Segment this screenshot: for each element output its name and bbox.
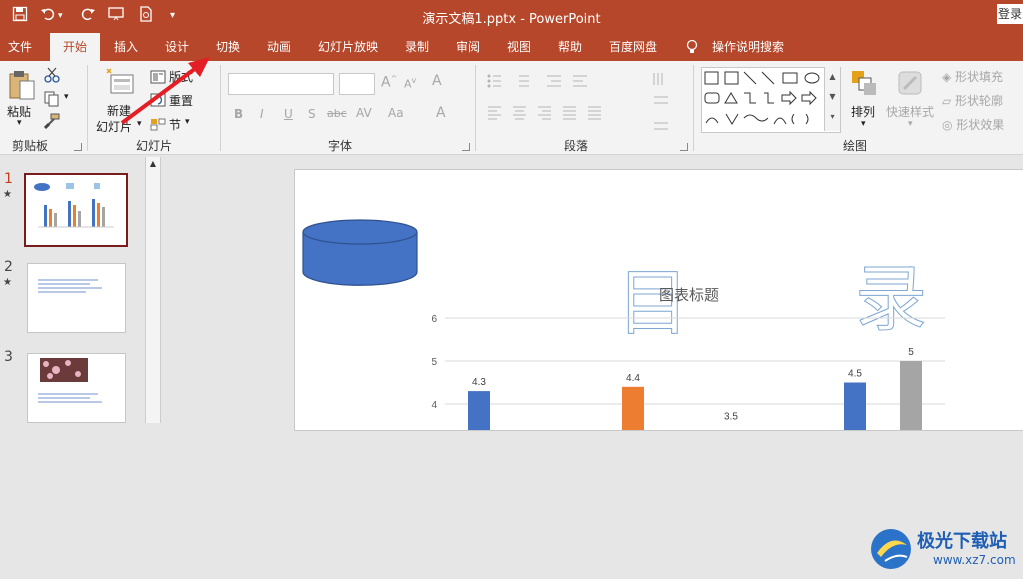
y-tick-label: 4 — [431, 400, 437, 411]
tab-help[interactable]: 帮助 — [550, 33, 590, 61]
chart-bar — [622, 386, 644, 430]
slide-number: 1 — [4, 171, 13, 187]
quick-styles-label[interactable]: 快速样式 — [886, 103, 934, 120]
tab-animations[interactable]: 动画 — [259, 33, 299, 61]
bar-chart[interactable]: 6 5 4 4.3 4.4 3.5 4.5 5 — [415, 300, 955, 430]
slide-number: 3 — [4, 349, 13, 365]
data-label: 4.4 — [626, 373, 640, 384]
arrange-icon[interactable] — [850, 69, 878, 101]
font-group-label: 字体 — [328, 139, 353, 153]
font-color-button[interactable]: A — [436, 105, 446, 121]
y-tick-label: 6 — [431, 314, 437, 325]
paste-dropdown-icon[interactable]: ▾ — [17, 118, 22, 128]
shapes-gallery-scroll[interactable]: ▲ ▼ ▾ — [824, 67, 840, 131]
chart-bar — [468, 391, 490, 430]
data-label: 3.5 — [724, 412, 738, 423]
slide-number: 2 — [4, 259, 13, 275]
animation-star-icon: ★ — [3, 189, 12, 200]
shape-fill-label: 形状填充 — [955, 70, 1004, 84]
bold-button[interactable]: B — [234, 107, 243, 121]
underline-button[interactable]: U — [284, 107, 293, 121]
watermark-brand: 极光下载站 — [917, 531, 1007, 552]
strikethrough-button[interactable]: abc — [327, 107, 347, 120]
lightbulb-icon — [684, 33, 700, 61]
shadow-button[interactable]: S — [308, 107, 316, 121]
clipboard-dialog-launcher[interactable] — [74, 143, 82, 151]
slide-editing-area: 目 录 图表标题 6 5 4 4.3 4.4 3.5 4.5 5 极光下载站 www.xz7.… — [162, 155, 1023, 569]
tab-home[interactable]: 开始 — [50, 33, 100, 61]
y-tick-label: 5 — [431, 357, 437, 368]
tab-baidu-netdisk[interactable]: 百度网盘 — [603, 33, 663, 61]
text-direction-icon[interactable] — [652, 71, 674, 145]
data-label: 4.3 — [472, 377, 486, 388]
copy-dropdown-icon[interactable]: ▾ — [64, 92, 69, 102]
tab-view[interactable]: 视图 — [499, 33, 539, 61]
slide-thumbnail-3[interactable] — [27, 353, 126, 423]
separator — [475, 65, 476, 151]
paste-icon[interactable] — [8, 69, 36, 105]
decrease-font-icon[interactable]: Av — [404, 76, 416, 91]
scroll-up-icon[interactable]: ▲ — [146, 157, 160, 171]
slides-group-label: 幻灯片 — [136, 139, 173, 153]
cut-icon[interactable] — [44, 67, 60, 87]
document-title: 演示文稿1.pptx - PowerPoint — [422, 12, 601, 27]
slide-thumbnails-pane: 1 ★ 2 ★ 3 ▲ — [0, 155, 162, 423]
login-button[interactable]: 登录 — [997, 4, 1023, 24]
annotation-arrow-icon — [120, 57, 210, 125]
chart-bar — [900, 361, 922, 430]
slide-thumbnail-1[interactable] — [24, 173, 128, 247]
data-label: 5 — [908, 347, 914, 358]
quick-styles-icon[interactable] — [896, 69, 924, 101]
cylinder-shape[interactable] — [301, 218, 421, 290]
quick-styles-dropdown-icon[interactable]: ▾ — [908, 119, 913, 129]
bullets-icon[interactable] — [487, 73, 607, 93]
align-icons[interactable] — [487, 105, 627, 125]
arrange-dropdown-icon[interactable]: ▾ — [861, 119, 866, 129]
tab-file[interactable]: 文件 — [0, 33, 40, 61]
separator — [220, 65, 221, 151]
shapes-gallery[interactable] — [701, 67, 841, 133]
font-name-box[interactable] — [228, 73, 334, 95]
ribbon: 粘贴 ▾ ▾ 剪贴板 新建 幻灯片 ▾ 版式 重置 节 ▾ 幻灯片 A^ Av … — [0, 57, 1023, 155]
title-bar: ▾ ▾ 演示文稿1.pptx - PowerPoint 登录 — [0, 0, 1023, 33]
arrange-label[interactable]: 排列 — [851, 103, 875, 120]
separator — [693, 65, 694, 151]
separator — [87, 65, 88, 151]
shape-outline-button[interactable]: ▱ 形状轮廓 — [942, 92, 1003, 109]
change-case-button[interactable]: Aa — [388, 106, 404, 120]
clipboard-group-label: 剪贴板 — [12, 139, 49, 153]
font-dialog-launcher[interactable] — [462, 143, 470, 151]
char-spacing-button[interactable]: AV — [356, 106, 372, 120]
increase-font-icon[interactable]: A^ — [381, 74, 397, 91]
tell-me-search[interactable]: 操作说明搜索 — [706, 33, 790, 61]
shape-fill-button[interactable]: ◈ 形状填充 — [942, 68, 1003, 85]
clear-format-icon[interactable]: A — [432, 73, 442, 89]
watermark-url: www.xz7.com — [933, 553, 1016, 567]
drawing-group-label: 绘图 — [843, 139, 868, 153]
tab-record[interactable]: 录制 — [397, 33, 437, 61]
paragraph-group-label: 段落 — [564, 139, 589, 153]
tab-review[interactable]: 审阅 — [448, 33, 488, 61]
italic-button[interactable]: I — [260, 107, 264, 121]
tab-slideshow[interactable]: 幻灯片放映 — [312, 33, 384, 61]
thumbnail-scrollbar[interactable]: ▲ — [145, 157, 161, 423]
watermark-logo: 极光下载站 www.xz7.com — [867, 523, 1017, 575]
slide-canvas[interactable]: 目 录 图表标题 6 5 4 4.3 4.4 3.5 4.5 5 — [294, 169, 1023, 431]
font-size-box[interactable] — [339, 73, 375, 95]
format-painter-icon[interactable] — [43, 113, 60, 133]
slide-thumbnail-2[interactable] — [27, 263, 126, 333]
shape-effects-button[interactable]: ◎ 形状效果 — [942, 116, 1004, 133]
shape-effects-label: 形状效果 — [956, 118, 1005, 132]
animation-star-icon: ★ — [3, 277, 12, 288]
paragraph-dialog-launcher[interactable] — [680, 143, 688, 151]
shape-outline-label: 形状轮廓 — [955, 94, 1004, 108]
copy-icon[interactable] — [44, 91, 60, 111]
data-label: 4.5 — [848, 369, 862, 380]
